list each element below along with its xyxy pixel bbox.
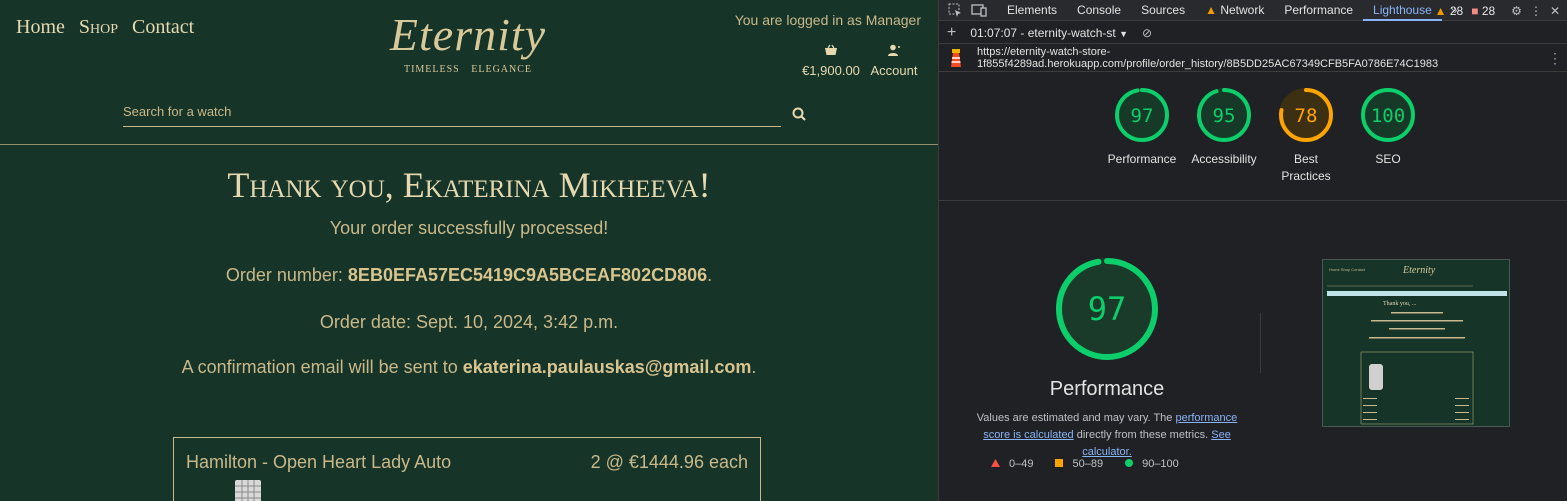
devtools-tabbar: Elements Console Sources ▲ Network Perfo… xyxy=(939,0,1567,21)
warning-count-value: 28 xyxy=(1449,3,1464,18)
report-select[interactable]: 01:07:07 - eternity-watch-st ▼ xyxy=(970,26,1128,40)
warning-count[interactable]: ▲ 28 xyxy=(1435,4,1464,18)
tab-elements[interactable]: Elements xyxy=(997,0,1067,21)
report-select-label: 01:07:07 - eternity-watch-st xyxy=(970,25,1116,40)
description-text: Values are estimated and may vary. The xyxy=(976,412,1176,424)
gauge-score-value: 97 xyxy=(1131,105,1154,127)
tab-network-label: Network xyxy=(1220,2,1265,17)
score-gauge-accessibility[interactable]: 95 Accessibility xyxy=(1183,86,1265,185)
header-divider xyxy=(0,144,938,145)
logo-wordmark: Eternity xyxy=(389,9,547,60)
tab-lighthouse[interactable]: Lighthouse xyxy=(1363,0,1442,21)
main-score-value: 97 xyxy=(1088,290,1127,328)
gauge-label: Performance xyxy=(1107,152,1177,166)
confirmation-email: ekaterina.paulauskas@gmail.com xyxy=(462,357,752,377)
main-nav: Home Shop Contact xyxy=(16,16,194,39)
confirmation-prefix: A confirmation email will be sent to xyxy=(181,357,463,377)
score-gauge-performance[interactable]: 97 Performance xyxy=(1101,86,1183,185)
lighthouse-logo-icon xyxy=(949,48,963,67)
tab-network[interactable]: ▲ Network xyxy=(1195,0,1274,21)
devtools-panel: Elements Console Sources ▲ Network Perfo… xyxy=(938,0,1567,501)
nav-shop-link[interactable]: Shop xyxy=(79,16,118,39)
store-page: Home Shop Contact Eternity TIMELESS ELEG… xyxy=(0,0,938,501)
chevron-down-icon: ▼ xyxy=(1119,28,1129,39)
main-score-label: Performance xyxy=(1049,378,1165,400)
svg-text:Eternity: Eternity xyxy=(1402,265,1436,276)
device-toggle-icon[interactable] xyxy=(971,3,987,17)
cart-total: €1,900.00 xyxy=(802,63,860,78)
tab-sources[interactable]: Sources xyxy=(1131,0,1195,21)
score-description: Values are estimated and may vary. The p… xyxy=(967,410,1247,461)
nav-contact-link[interactable]: Contact xyxy=(132,16,194,39)
legend-fail-label: 0–49 xyxy=(1009,458,1034,470)
svg-text:Thank you, ...: Thank you, ... xyxy=(1383,301,1417,307)
score-gauge-best-practices[interactable]: 78 Best Practices xyxy=(1265,86,1347,185)
report-url-bar: https://eternity-watch-store-1f855f4289a… xyxy=(939,44,1567,72)
watch-image xyxy=(232,478,264,501)
gauge-score-value: 78 xyxy=(1295,105,1318,127)
error-icon: ■ xyxy=(1471,3,1479,18)
order-number: 8EB0EFA57EC5419C9A5BCEAF802CD806 xyxy=(347,265,708,285)
legend-fail: 0–49 xyxy=(991,458,1033,470)
order-item-box: Hamilton - Open Heart Lady Auto 2 @ €144… xyxy=(173,437,761,501)
gauge-score-value: 95 xyxy=(1213,105,1236,127)
lighthouse-toolbar: + 01:07:07 - eternity-watch-st ▼ ⊘ xyxy=(939,22,1567,44)
more-options-icon[interactable]: ⋮ xyxy=(1548,50,1562,67)
tab-performance[interactable]: Performance xyxy=(1274,0,1363,21)
warning-icon: ▲ xyxy=(1434,3,1447,18)
issue-badges: ▲ 28 ■ 28 ⚙ ⋮ ✕ xyxy=(1435,0,1560,21)
more-options-icon[interactable]: ⋮ xyxy=(1530,4,1542,18)
vertical-divider xyxy=(1260,313,1261,373)
description-text-2: directly from these metrics. xyxy=(1073,429,1212,441)
error-count[interactable]: ■ 28 xyxy=(1471,4,1495,18)
gear-icon[interactable]: ⚙ xyxy=(1511,4,1522,18)
search-icon[interactable] xyxy=(792,107,806,121)
user-icon xyxy=(868,44,920,62)
score-gauge-seo[interactable]: 100 SEO xyxy=(1347,86,1429,185)
triangle-icon xyxy=(991,458,1000,470)
gauge-label: Accessibility xyxy=(1191,152,1257,166)
logo-tagline: TIMELESS ELEGANCE xyxy=(403,64,533,75)
legend-average-label: 50–89 xyxy=(1072,458,1104,470)
add-report-icon[interactable]: + xyxy=(947,24,956,42)
item-name: Hamilton - Open Heart Lady Auto xyxy=(186,452,452,472)
order-number-line: Order number: 8EB0EFA57EC5419C9A5BCEAF80… xyxy=(225,265,713,285)
basket-icon xyxy=(800,44,862,62)
gauge-label: SEO xyxy=(1375,152,1401,166)
section-divider xyxy=(939,200,1567,201)
inspect-icon[interactable] xyxy=(948,3,962,17)
svg-text:Home Shop Contact: Home Shop Contact xyxy=(1329,267,1366,272)
performance-main-gauge: 97 xyxy=(1052,254,1162,369)
page-screenshot-thumbnail[interactable]: Home Shop Contact Eternity Thank you, ..… xyxy=(1322,259,1510,427)
legend-pass: 90–100 xyxy=(1125,458,1179,470)
warning-icon: ▲ xyxy=(1205,2,1217,17)
success-message: Your order successfully processed! xyxy=(329,218,609,238)
square-icon xyxy=(1055,458,1064,470)
order-date: Order date: Sept. 10, 2024, 3:42 p.m. xyxy=(319,312,619,332)
order-number-label: Order number: xyxy=(225,265,348,285)
item-quantity: 2 @ €1444.96 each xyxy=(590,452,748,472)
legend-pass-label: 90–100 xyxy=(1142,458,1179,470)
tab-console[interactable]: Console xyxy=(1067,0,1131,21)
nav-home-link[interactable]: Home xyxy=(16,16,65,39)
account-button[interactable]: Account xyxy=(868,44,920,80)
close-icon[interactable]: ✕ xyxy=(1550,4,1560,18)
report-url[interactable]: https://eternity-watch-store-1f855f4289a… xyxy=(977,46,1567,70)
site-logo[interactable]: Eternity TIMELESS ELEGANCE xyxy=(388,6,548,75)
gauge-score-value: 100 xyxy=(1371,105,1405,127)
circle-icon xyxy=(1125,458,1134,470)
legend-average: 50–89 xyxy=(1055,458,1103,470)
gauge-label: Best Practices xyxy=(1281,152,1331,183)
thank-you-heading: Thank you, Ekaterina Mikheeva! xyxy=(227,165,711,205)
confirmation-line: A confirmation email will be sent to eka… xyxy=(181,357,757,377)
score-legend: 0–49 50–89 90–100 xyxy=(991,458,1179,470)
error-count-value: 28 xyxy=(1481,3,1496,18)
score-gauges: 97 Performance 95 Accessibility 78 Best Pract… xyxy=(1101,86,1429,185)
cart-button[interactable]: €1,900.00 xyxy=(800,44,862,80)
account-label: Account xyxy=(870,63,918,78)
search-input[interactable]: Search for a watch xyxy=(123,100,781,127)
login-status: You are logged in as Manager xyxy=(734,12,921,28)
clear-icon[interactable]: ⊘ xyxy=(1142,26,1152,40)
